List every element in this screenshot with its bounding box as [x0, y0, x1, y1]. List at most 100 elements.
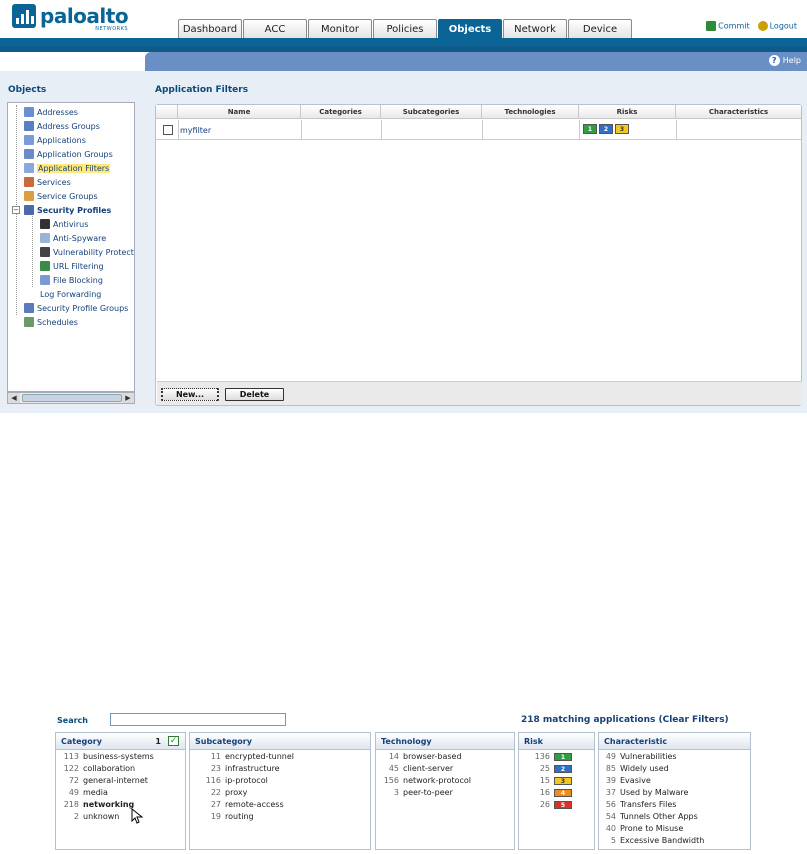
scroll-thumb[interactable] — [22, 394, 122, 402]
delete-button[interactable]: Delete — [225, 388, 284, 401]
sidebar: Objects Addresses Address Groups Applica… — [0, 71, 145, 413]
list-item[interactable]: 5 Excessive Bandwidth — [602, 836, 704, 848]
list-item[interactable]: 49 Vulnerabilities — [602, 752, 677, 764]
application-groups-icon — [24, 149, 34, 159]
tab-acc[interactable]: ACC — [243, 19, 307, 38]
list-item[interactable]: 15 3 — [522, 776, 572, 788]
list-item[interactable]: 2 unknown — [59, 812, 119, 824]
sidebar-item-services[interactable]: Services — [24, 176, 71, 188]
sidebar-item-address-groups[interactable]: Address Groups — [24, 120, 100, 132]
sidebar-item-log-forwarding[interactable]: Log Forwarding — [40, 288, 101, 300]
sidebar-item-application-filters[interactable]: Application Filters — [24, 162, 111, 174]
list-item[interactable]: 37 Used by Malware — [602, 788, 689, 800]
risk-5-badge: 5 — [554, 801, 572, 809]
help-bar: ? Help — [145, 52, 807, 71]
security-profiles-icon — [24, 205, 34, 215]
header-select[interactable] — [156, 105, 178, 119]
list-item[interactable]: 23 infrastructure — [193, 764, 280, 776]
list-item[interactable]: 136 1 — [522, 752, 572, 764]
addresses-icon — [24, 107, 34, 117]
list-item[interactable]: 39 Evasive — [602, 776, 651, 788]
sidebar-item-url-filtering[interactable]: URL Filtering — [40, 260, 104, 272]
list-item[interactable]: 3 peer-to-peer — [379, 788, 453, 800]
list-item[interactable]: 27 remote-access — [193, 800, 284, 812]
logout-icon — [757, 21, 768, 31]
tab-policies[interactable]: Policies — [373, 19, 437, 38]
list-item[interactable]: 40 Prone to Misuse — [602, 824, 683, 836]
sidebar-item-service-groups[interactable]: Service Groups — [24, 190, 98, 202]
antivirus-icon — [40, 219, 50, 229]
list-item[interactable]: 56 Transfers Files — [602, 800, 677, 812]
list-item[interactable]: 116 ip-protocol — [193, 776, 268, 788]
sidebar-item-addresses[interactable]: Addresses — [24, 106, 78, 118]
table-row[interactable]: myfilter 1 2 3 — [156, 120, 801, 140]
row-checkbox[interactable] — [163, 125, 173, 135]
sidebar-scrollbar[interactable]: ◀ ▶ — [7, 392, 135, 404]
help-icon: ? — [768, 55, 780, 66]
header-categories[interactable]: Categories — [301, 105, 381, 119]
sidebar-item-vulnerability-protection[interactable]: Vulnerability Protection — [40, 246, 134, 258]
subcategory-column: Subcategory 11 encrypted-tunnel 23 infrast… — [189, 732, 371, 850]
schedules-icon — [24, 317, 34, 327]
list-item[interactable]: 19 routing — [193, 812, 254, 824]
sidebar-item-antivirus[interactable]: Antivirus — [40, 218, 88, 230]
sidebar-item-security-profile-groups[interactable]: Security Profile Groups — [24, 302, 128, 314]
main-tabs: Dashboard ACC Monitor Policies Objects N… — [178, 19, 633, 38]
category-check-icon[interactable]: ✓ — [168, 736, 179, 746]
header-characteristics[interactable]: Characteristics — [676, 105, 801, 119]
list-item[interactable]: 156 network-protocol — [379, 776, 471, 788]
list-item[interactable]: 14 browser-based — [379, 752, 462, 764]
matching-count-link[interactable]: 218 matching applications (Clear Filters… — [521, 715, 729, 725]
list-item[interactable]: 113 business-systems — [59, 752, 154, 764]
list-item[interactable]: 22 proxy — [193, 788, 248, 800]
header-risks[interactable]: Risks — [579, 105, 676, 119]
category-column: Category 1 ✓ 113 business-systems 122 coll… — [55, 732, 186, 850]
tab-objects[interactable]: Objects — [438, 19, 502, 38]
search-input[interactable] — [110, 713, 286, 726]
paloalto-logo: paloalto NETWORKS — [12, 4, 129, 32]
list-item[interactable]: 85 Widely used — [602, 764, 669, 776]
header-actions: Commit Logout — [706, 21, 797, 31]
list-item[interactable]: 49 media — [59, 788, 108, 800]
mouse-pointer-icon — [131, 808, 144, 824]
sidebar-item-security-profiles[interactable]: Security Profiles — [24, 204, 111, 216]
sidebar-item-anti-spyware[interactable]: Anti-Spyware — [40, 232, 106, 244]
url-filtering-icon — [40, 261, 50, 271]
address-groups-icon — [24, 121, 34, 131]
risk-badge-2: 2 — [599, 124, 613, 134]
list-item[interactable]: 26 5 — [522, 800, 572, 812]
scroll-right-icon[interactable]: ▶ — [122, 393, 134, 403]
list-item[interactable]: 16 4 — [522, 788, 572, 800]
filter-name-link[interactable]: myfilter — [180, 126, 211, 135]
subcategory-header: Subcategory — [190, 733, 370, 750]
sidebar-item-application-groups[interactable]: Application Groups — [24, 148, 113, 160]
list-item[interactable]: 11 encrypted-tunnel — [193, 752, 294, 764]
risk-badge-1: 1 — [583, 124, 597, 134]
list-item[interactable]: 122 collaboration — [59, 764, 135, 776]
tab-dashboard[interactable]: Dashboard — [178, 19, 242, 38]
applications-icon — [24, 135, 34, 145]
sidebar-item-schedules[interactable]: Schedules — [24, 316, 78, 328]
header-subcategories[interactable]: Subcategories — [381, 105, 482, 119]
risk-2-badge: 2 — [554, 765, 572, 773]
sidebar-item-file-blocking[interactable]: File Blocking — [40, 274, 103, 286]
characteristic-column: Characteristic 49 Vulnerabilities 85 Widel… — [598, 732, 751, 850]
scroll-left-icon[interactable]: ◀ — [8, 393, 20, 403]
header-technologies[interactable]: Technologies — [482, 105, 579, 119]
list-item[interactable]: 218 networking — [59, 800, 135, 812]
header-name[interactable]: Name — [178, 105, 301, 119]
risk-4-badge: 4 — [554, 789, 572, 797]
help-link[interactable]: ? Help — [768, 55, 801, 66]
logout-link[interactable]: Logout — [757, 21, 797, 31]
list-item[interactable]: 45 client-server — [379, 764, 453, 776]
tab-device[interactable]: Device — [568, 19, 632, 38]
new-button[interactable]: New... — [161, 388, 219, 401]
tab-monitor[interactable]: Monitor — [308, 19, 372, 38]
security-profiles-expander[interactable]: − — [12, 206, 20, 214]
list-item[interactable]: 54 Tunnels Other Apps — [602, 812, 698, 824]
list-item[interactable]: 25 2 — [522, 764, 572, 776]
sidebar-item-applications[interactable]: Applications — [24, 134, 86, 146]
list-item[interactable]: 72 general-internet — [59, 776, 148, 788]
tab-network[interactable]: Network — [503, 19, 567, 38]
commit-link[interactable]: Commit — [706, 21, 750, 31]
